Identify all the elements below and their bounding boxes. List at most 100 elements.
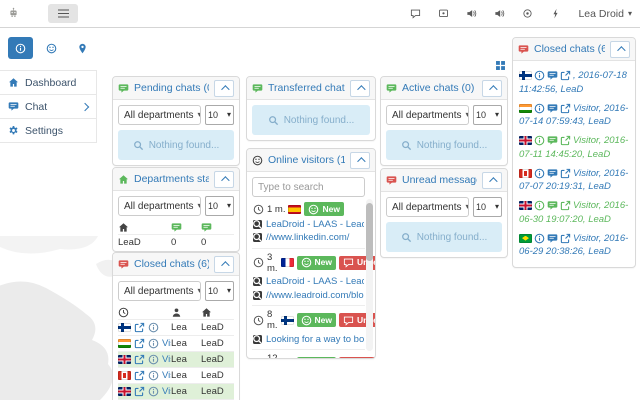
collapse-button[interactable] (214, 256, 234, 273)
external-link-icon[interactable] (560, 200, 571, 211)
external-link-icon[interactable] (560, 168, 571, 179)
collapse-button[interactable] (350, 80, 370, 97)
external-link-icon[interactable] (134, 370, 145, 381)
closed-chat-row[interactable]: Visitor Lea LeaD (118, 335, 234, 351)
online-visitors-panel: Online visitors (13) 1 m. New LeaDroid -… (246, 148, 376, 359)
screen-share-icon[interactable] (438, 8, 449, 19)
sidebar-item-settings[interactable]: Settings (0, 119, 96, 143)
departments-filter[interactable]: All departments▾ (386, 105, 469, 125)
flag-finland-icon (519, 71, 532, 80)
info-icon[interactable] (148, 322, 159, 333)
visitor-page-link[interactable]: Looking for a way to boost sales thro... (253, 334, 364, 345)
flag-uk-icon (519, 201, 532, 210)
chevron-down-icon: ▾ (465, 203, 469, 211)
chat-icon[interactable] (547, 103, 558, 114)
stats-table-header (118, 221, 234, 234)
external-link-icon[interactable] (134, 338, 145, 349)
visitor-page-link[interactable]: //www.leadroid.com/blog/index.php/... (253, 290, 364, 301)
chat-icon[interactable] (547, 135, 558, 146)
closed-chat-entry[interactable]: Visitor, 2016-07-07 20:19:31, LeaD (519, 164, 629, 197)
closed-chat-entry[interactable]: Visitor, 2016-06-29 20:38:26, LeaD (519, 229, 629, 262)
grid-icon[interactable] (495, 60, 506, 71)
sidebar-item-dashboard[interactable]: Dashboard (0, 71, 96, 95)
external-link-icon[interactable] (134, 322, 145, 333)
info-icon[interactable] (148, 354, 159, 365)
scrollbar-track[interactable] (366, 199, 373, 351)
user-menu[interactable]: Lea Droid ▾ (578, 8, 632, 20)
page-size-select[interactable]: 10▾ (205, 196, 234, 216)
visitor-row[interactable]: 3 m. New Unseen LeaDroid - LAAS - Leads … (252, 248, 365, 306)
external-link-icon[interactable] (560, 135, 571, 146)
visitor-page-link[interactable]: LeaDroid - LAAS - Leads As A Service (253, 219, 364, 230)
eye-icon[interactable] (522, 8, 533, 19)
collapse-button[interactable] (482, 80, 502, 97)
flag-finland-icon (118, 323, 131, 332)
external-link-icon[interactable] (560, 103, 571, 114)
collapse-button[interactable] (214, 80, 234, 97)
visitor-page-link[interactable]: LeaDroid - LAAS - Leads As A Service (253, 276, 364, 287)
visitor-row[interactable]: 1 m. New LeaDroid - LAAS - Leads As A Se… (252, 199, 365, 248)
flag-india-icon (519, 104, 532, 113)
info-icon[interactable] (534, 135, 545, 146)
collapse-button[interactable] (610, 41, 630, 58)
info-icon[interactable] (534, 70, 545, 81)
external-link-icon[interactable] (560, 233, 571, 244)
chat-icon[interactable] (547, 168, 558, 179)
info-icon[interactable] (148, 338, 159, 349)
sidebar-toggle-button[interactable] (48, 4, 78, 23)
chat-icon[interactable] (547, 200, 558, 211)
closed-chat-entry[interactable]: Visitor, 2016-07-11 14:45:20, LeaD (519, 131, 629, 164)
info-icon[interactable] (148, 370, 159, 381)
departments-filter[interactable]: All departments▾ (118, 196, 201, 216)
visitor-search-input[interactable] (252, 177, 365, 197)
page-size-select[interactable]: 10▾ (205, 281, 234, 301)
search-icon (401, 232, 412, 243)
visitor-page-link[interactable]: //www.linkedin.com/ (253, 232, 364, 243)
visitor-row[interactable]: 8 m. New Unseen Looking for a way to boo… (252, 305, 365, 349)
closed-chat-row[interactable]: Visitor Lea LeaD (118, 383, 234, 399)
closed-chat-entry[interactable]: Visitor, 2016-07-14 07:59:43, LeaD (519, 99, 629, 132)
visitor-row[interactable]: 12 m. New Unseen LeaDroid - LAAS - Leads… (252, 349, 365, 359)
collapse-button[interactable] (350, 152, 370, 169)
collapse-button[interactable] (482, 172, 502, 189)
info-icon[interactable] (534, 168, 545, 179)
external-link-icon[interactable] (560, 70, 571, 81)
home-icon (8, 77, 19, 88)
chat-icon[interactable] (547, 233, 558, 244)
departments-filter[interactable]: All departments▾ (118, 281, 201, 301)
departments-filter[interactable]: All departments▾ (386, 197, 469, 217)
sidebar-item-label: Settings (25, 125, 90, 137)
comment-icon (343, 359, 354, 360)
closed-chat-entry[interactable]: , 2016-07-18 11:42:56, LeaD (519, 66, 629, 99)
departments-filter[interactable]: All departments▾ (118, 105, 201, 125)
flash-icon[interactable] (550, 8, 561, 19)
closed-chats-panel: Closed chats (6) All departments▾ 10▾ Le… (112, 252, 240, 400)
closed-chat-row[interactable]: Visitor Lea LeaD (118, 351, 234, 367)
external-link-icon[interactable] (134, 386, 145, 397)
page-size-select[interactable]: 10▾ (473, 197, 502, 217)
comment-icon[interactable] (410, 8, 421, 19)
scrollbar-thumb[interactable] (366, 203, 373, 261)
tab-online-visitors[interactable] (39, 37, 64, 59)
collapse-button[interactable] (214, 171, 234, 188)
tab-visitors-map[interactable] (70, 37, 95, 59)
panel-title: Closed chats (6) (534, 43, 605, 55)
closed-chat-entry[interactable]: Visitor, 2016-06-30 19:07:20, LeaD (519, 196, 629, 229)
volume-icon[interactable] (494, 8, 505, 19)
sidebar-item-chat[interactable]: Chat (0, 95, 96, 119)
page-size-select[interactable]: 10▾ (205, 105, 234, 125)
external-link-icon[interactable] (134, 354, 145, 365)
page-size-select[interactable]: 10▾ (473, 105, 502, 125)
info-icon[interactable] (534, 103, 545, 114)
chevron-down-icon: ▾ (465, 111, 469, 119)
chat-icon (518, 44, 529, 55)
info-icon[interactable] (534, 233, 545, 244)
closed-chat-row[interactable]: Visitor Lea LeaD (118, 367, 234, 383)
info-icon[interactable] (148, 386, 159, 397)
tab-dashboard[interactable] (8, 37, 33, 59)
volume-icon[interactable] (466, 8, 477, 19)
info-icon[interactable] (534, 200, 545, 211)
departments-stats-panel: Departments stats (1) All departments▾ 1… (112, 167, 240, 252)
chat-icon[interactable] (547, 70, 558, 81)
closed-chat-row[interactable]: Lea LeaD (118, 319, 234, 335)
